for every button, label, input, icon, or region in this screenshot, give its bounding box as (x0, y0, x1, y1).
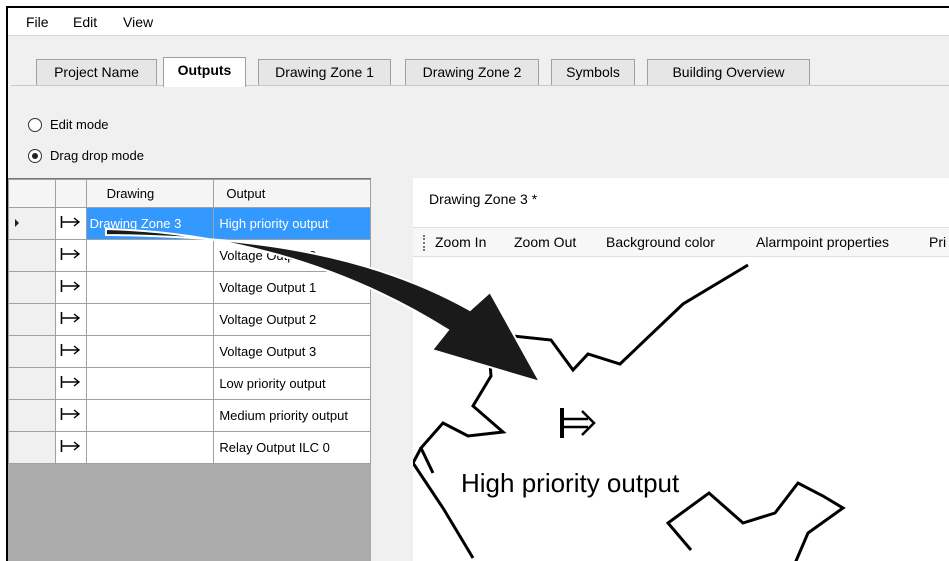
table-row[interactable]: Voltage Output 2 (8, 303, 371, 336)
table-row[interactable]: Drawing Zone 3 High priority output (8, 207, 371, 240)
drawing-cell[interactable] (85, 303, 215, 336)
output-symbol-icon (61, 344, 81, 356)
output-cell[interactable]: Medium priority output (213, 399, 371, 432)
row-header-corner (8, 179, 57, 208)
floor-plan-outline-lower-right (665, 481, 846, 561)
placed-output-label[interactable]: High priority output (461, 468, 679, 499)
table-row[interactable]: Voltage Output 3 (8, 335, 371, 368)
symbol-cell[interactable] (55, 335, 87, 368)
outputs-table: Drawing Output Drawing Zone 3 High priori… (8, 179, 371, 464)
output-cell[interactable]: Low priority output (213, 367, 371, 400)
menu-view[interactable]: View (123, 14, 153, 30)
symbol-cell[interactable] (55, 431, 87, 464)
row-header[interactable] (8, 207, 57, 240)
row-header[interactable] (8, 239, 57, 272)
edit-mode-label: Edit mode (50, 117, 109, 132)
app-window: File Edit View Project Name Outputs Draw… (6, 6, 949, 561)
menu-edit[interactable]: Edit (73, 14, 97, 30)
symbol-cell[interactable] (55, 399, 87, 432)
tab-strip-divider (11, 85, 949, 86)
edit-mode-option[interactable]: Edit mode (28, 117, 109, 132)
floor-plan-outline-upper (419, 263, 749, 474)
drag-drop-mode-label: Drag drop mode (50, 148, 144, 163)
drawing-cell[interactable] (85, 431, 215, 464)
table-row[interactable]: Voltage Output 1 (8, 271, 371, 304)
grid-header-row: Drawing Output (8, 179, 371, 208)
row-header[interactable] (8, 271, 57, 304)
table-row[interactable]: Relay Output ILC 0 (8, 431, 371, 464)
table-row[interactable]: Voltage Output 0 (8, 239, 371, 272)
drawing-cell[interactable] (85, 367, 215, 400)
edit-mode-radio[interactable] (28, 117, 42, 132)
floor-plan-canvas[interactable] (413, 178, 949, 561)
output-cell[interactable]: Voltage Output 1 (213, 271, 371, 304)
output-cell[interactable]: Voltage Output 0 (213, 239, 371, 272)
grid-body: Drawing Zone 3 High priority output Voltag… (8, 207, 371, 464)
drawing-cell[interactable] (85, 399, 215, 432)
drawing-column-header[interactable]: Drawing (85, 179, 215, 208)
tab-symbols[interactable]: Symbols (551, 59, 635, 85)
output-cell[interactable]: High priority output (213, 207, 371, 240)
drawing-cell[interactable] (85, 239, 215, 272)
menu-file[interactable]: File (26, 14, 49, 30)
tab-drawing-zone-1[interactable]: Drawing Zone 1 (258, 59, 391, 85)
row-header[interactable] (8, 431, 57, 464)
row-header[interactable] (8, 303, 57, 336)
output-cell[interactable]: Voltage Output 3 (213, 335, 371, 368)
drawing-cell[interactable] (85, 335, 215, 368)
output-symbol-icon (61, 216, 81, 228)
symbol-cell[interactable] (55, 367, 87, 400)
output-cell[interactable]: Relay Output ILC 0 (213, 431, 371, 464)
symbol-cell[interactable] (55, 271, 87, 304)
output-symbol-icon (61, 248, 81, 260)
symbol-column-header (55, 179, 87, 208)
tab-outputs[interactable]: Outputs (163, 57, 246, 87)
drag-drop-mode-option[interactable]: Drag drop mode (28, 148, 144, 163)
floor-plan-outline-left (413, 447, 475, 559)
output-symbol-icon[interactable] (560, 408, 596, 438)
tab-building-overview[interactable]: Building Overview (647, 59, 810, 85)
tab-strip: Project Name Outputs Drawing Zone 1 Draw… (8, 35, 949, 88)
output-symbol-icon (61, 280, 81, 292)
tab-drawing-zone-2[interactable]: Drawing Zone 2 (405, 59, 539, 85)
symbol-cell[interactable] (55, 303, 87, 336)
table-row[interactable]: Medium priority output (8, 399, 371, 432)
output-symbol-icon (61, 408, 81, 420)
symbol-cell[interactable] (55, 207, 87, 240)
table-row[interactable]: Low priority output (8, 367, 371, 400)
current-row-indicator-icon (15, 219, 19, 227)
row-header[interactable] (8, 399, 57, 432)
symbol-cell[interactable] (55, 239, 87, 272)
tab-project-name[interactable]: Project Name (36, 59, 157, 85)
row-header[interactable] (8, 367, 57, 400)
outputs-grid: Drawing Output Drawing Zone 3 High priori… (8, 178, 371, 561)
output-symbol-icon (61, 312, 81, 324)
drawing-cell[interactable] (85, 271, 215, 304)
output-cell[interactable]: Voltage Output 2 (213, 303, 371, 336)
drag-drop-mode-radio[interactable] (28, 148, 42, 163)
drawing-cell[interactable]: Drawing Zone 3 (85, 207, 215, 240)
output-symbol-icon (61, 376, 81, 388)
output-symbol-icon (61, 440, 81, 452)
output-column-header[interactable]: Output (213, 179, 371, 208)
row-header[interactable] (8, 335, 57, 368)
drawing-zone-panel: Drawing Zone 3 * Zoom In Zoom Out Backgr… (413, 178, 949, 561)
menu-bar: File Edit View (8, 8, 949, 35)
